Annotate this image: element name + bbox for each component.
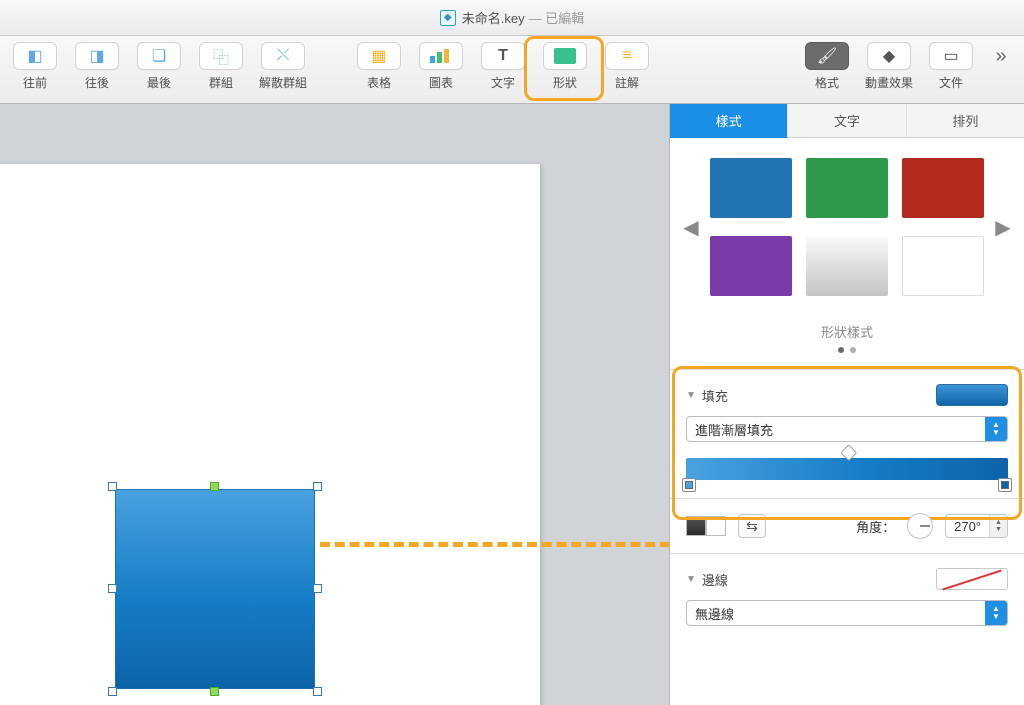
bring-forward-label: 往前	[23, 74, 47, 91]
group-label: 群組	[209, 74, 233, 91]
document-title: 未命名.key	[462, 8, 525, 27]
chart-label: 圖表	[429, 74, 453, 91]
send-to-back-label: 最後	[147, 74, 171, 91]
fill-preview-swatch[interactable]	[936, 384, 1008, 406]
angle-knob[interactable]	[907, 513, 933, 539]
animate-icon: ◆	[867, 42, 911, 70]
angle-field[interactable]: 270° ▲▼	[945, 514, 1008, 538]
document-icon: ◆	[440, 10, 456, 26]
style-swatch-red[interactable]	[902, 158, 984, 218]
shape-styles-section: ◀ ▶ 形狀樣式	[670, 138, 1024, 370]
document-edited-state: — 已編輯	[529, 8, 585, 27]
border-section-title: 邊線	[702, 570, 728, 589]
send-to-back-icon: ❏	[137, 42, 181, 70]
group-button[interactable]: ⿻ 群組	[194, 42, 248, 91]
border-type-value: 無邊線	[687, 604, 985, 623]
shape-button[interactable]: 形狀	[538, 42, 592, 91]
bring-forward-icon: ◧	[13, 42, 57, 70]
table-button[interactable]: ▦ 表格	[352, 42, 406, 91]
flip-gradient-button[interactable]: ⇆	[738, 514, 766, 538]
format-icon: 🖌	[805, 42, 849, 70]
document-inspector-button[interactable]: ▭ 文件	[924, 42, 978, 91]
angle-stepper-icon: ▲▼	[989, 515, 1007, 537]
chart-icon	[419, 42, 463, 70]
gradient-editor[interactable]	[686, 458, 1008, 480]
ungroup-icon: ⤬	[261, 42, 305, 70]
format-inspector: 樣式 文字 排列 ◀ ▶ 形狀樣式	[669, 104, 1024, 705]
toolbar-overflow-button[interactable]: »	[986, 42, 1016, 70]
gradient-stop-start[interactable]	[682, 478, 696, 492]
shape-styles-caption: 形狀樣式	[670, 322, 1024, 341]
style-swatch-blue[interactable]	[710, 158, 792, 218]
ungroup-label: 解散群組	[259, 74, 307, 91]
style-swatch-grad[interactable]	[806, 236, 888, 296]
selected-shape[interactable]	[115, 489, 315, 689]
text-label: 文字	[491, 74, 515, 91]
tab-style[interactable]: 樣式	[670, 104, 788, 138]
fill-section: ▼ 填充 進階漸層填充 ▲▼	[670, 370, 1024, 499]
styles-next-button[interactable]: ▶	[994, 213, 1012, 241]
toolbar: ◧ 往前 ◨ 往後 ❏ 最後 ⿻ 群組 ⤬ 解散群組 ▦ 表格 圖表	[0, 36, 1024, 104]
textbox-button[interactable]: T 文字	[476, 42, 530, 91]
group-icon: ⿻	[199, 42, 243, 70]
border-preview-swatch[interactable]	[936, 568, 1008, 590]
inspector-tabs: 樣式 文字 排列	[670, 104, 1024, 138]
fill-section-title: 填充	[702, 386, 728, 405]
select-stepper-icon: ▲▼	[985, 417, 1007, 441]
style-swatch-purple[interactable]	[710, 236, 792, 296]
document-rect-icon: ▭	[929, 42, 973, 70]
send-backward-icon: ◨	[75, 42, 119, 70]
text-icon: T	[481, 42, 525, 70]
gradient-angle-row: ⇆ 角度： 270° ▲▼	[670, 499, 1024, 554]
border-disclosure-icon[interactable]: ▼	[686, 574, 696, 585]
style-swatch-white[interactable]	[902, 236, 984, 296]
gradient-type-linear-button[interactable]	[686, 516, 706, 536]
gradient-stop-end[interactable]	[998, 478, 1012, 492]
gradient-type-radial-button[interactable]	[706, 516, 726, 536]
fill-type-select[interactable]: 進階漸層填充 ▲▼	[686, 416, 1008, 442]
note-label: 註解	[615, 74, 639, 91]
angle-label: 角度：	[856, 517, 895, 536]
page-dot-1[interactable]	[838, 347, 844, 353]
page-dot-2[interactable]	[850, 347, 856, 353]
document-label: 文件	[939, 74, 963, 91]
table-label: 表格	[367, 74, 391, 91]
slide-canvas[interactable]	[0, 104, 669, 705]
gradient-midpoint-handle[interactable]	[840, 444, 857, 461]
tab-arrange[interactable]: 排列	[907, 104, 1024, 138]
shape-label: 形狀	[553, 74, 577, 91]
styles-page-dots	[670, 347, 1024, 353]
angle-value: 270°	[946, 519, 989, 534]
bring-forward-button[interactable]: ◧ 往前	[8, 42, 62, 91]
shape-icon	[543, 42, 587, 70]
format-inspector-button[interactable]: 🖌 格式	[800, 42, 854, 91]
border-type-select[interactable]: 無邊線 ▲▼	[686, 600, 1008, 626]
send-backward-label: 往後	[85, 74, 109, 91]
style-swatch-green[interactable]	[806, 158, 888, 218]
chart-button[interactable]: 圖表	[414, 42, 468, 91]
note-icon: ≡	[605, 42, 649, 70]
border-section: ▼ 邊線 無邊線 ▲▼	[670, 554, 1024, 640]
note-button[interactable]: ≡ 註解	[600, 42, 654, 91]
tab-text[interactable]: 文字	[788, 104, 906, 138]
window-titlebar: ◆ 未命名.key — 已編輯	[0, 0, 1024, 36]
select-stepper-icon: ▲▼	[985, 601, 1007, 625]
format-label: 格式	[815, 74, 839, 91]
send-to-back-button[interactable]: ❏ 最後	[132, 42, 186, 91]
animate-inspector-button[interactable]: ◆ 動畫效果	[862, 42, 916, 91]
fill-type-value: 進階漸層填充	[687, 420, 985, 439]
fill-disclosure-icon[interactable]: ▼	[686, 390, 696, 401]
animate-label: 動畫效果	[865, 74, 913, 91]
send-backward-button[interactable]: ◨ 往後	[70, 42, 124, 91]
ungroup-button[interactable]: ⤬ 解散群組	[256, 42, 310, 91]
table-icon: ▦	[357, 42, 401, 70]
styles-prev-button[interactable]: ◀	[682, 213, 700, 241]
